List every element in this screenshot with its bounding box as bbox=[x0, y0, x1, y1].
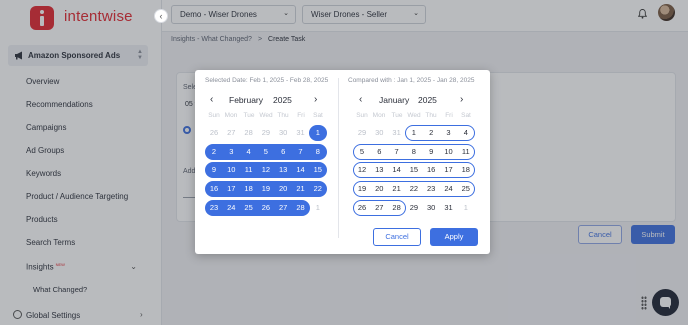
weekday-label: Mon bbox=[224, 112, 238, 119]
calendar-day[interactable]: 1 bbox=[457, 200, 475, 216]
calendar-day[interactable]: 23 bbox=[205, 200, 223, 216]
calendar-day[interactable]: 29 bbox=[257, 125, 275, 141]
modal-apply-button[interactable]: Apply bbox=[430, 228, 478, 246]
calendar-day[interactable]: 28 bbox=[240, 125, 258, 141]
calendar-day[interactable]: 22 bbox=[309, 181, 327, 197]
selected-date-caption: Selected Date: Feb 1, 2025 - Feb 28, 202… bbox=[205, 77, 329, 84]
calendar-day[interactable]: 27 bbox=[274, 200, 292, 216]
calendar-day[interactable]: 3 bbox=[440, 125, 458, 141]
weekday-label: Wed bbox=[259, 112, 273, 119]
calendar-day[interactable]: 29 bbox=[353, 125, 371, 141]
calendar-day[interactable]: 29 bbox=[405, 200, 423, 216]
weekday-label: Fri bbox=[445, 112, 453, 119]
calendar-day[interactable]: 21 bbox=[292, 181, 310, 197]
calendar-day[interactable]: 31 bbox=[292, 125, 310, 141]
modal-cancel-button[interactable]: Cancel bbox=[373, 228, 421, 246]
calendar-day[interactable]: 18 bbox=[240, 181, 258, 197]
calendar-day[interactable]: 31 bbox=[440, 200, 458, 216]
calendar-day[interactable]: 4 bbox=[457, 125, 475, 141]
weekday-label: Sat bbox=[313, 112, 323, 119]
calendar-day[interactable]: 5 bbox=[257, 144, 275, 160]
calendar-day[interactable]: 24 bbox=[222, 200, 240, 216]
calendar-day[interactable]: 25 bbox=[240, 200, 258, 216]
calendar-day[interactable]: 1 bbox=[309, 125, 327, 141]
calendar-day[interactable]: 17 bbox=[440, 162, 458, 178]
calendar-day[interactable]: 20 bbox=[274, 181, 292, 197]
calendar-day[interactable]: 28 bbox=[292, 200, 310, 216]
weekday-label: Sun bbox=[208, 112, 220, 119]
calendar-day[interactable]: 12 bbox=[257, 162, 275, 178]
divider bbox=[338, 78, 339, 238]
calendar-day[interactable]: 18 bbox=[457, 162, 475, 178]
weekday-label: Sat bbox=[461, 112, 471, 119]
calendar-day[interactable]: 28 bbox=[388, 200, 406, 216]
calendar-day[interactable]: 2 bbox=[205, 144, 223, 160]
calendar-day[interactable]: 27 bbox=[222, 125, 240, 141]
calendar-day[interactable]: 7 bbox=[388, 144, 406, 160]
calendar-day[interactable]: 9 bbox=[205, 162, 223, 178]
calendar-day[interactable]: 5 bbox=[353, 144, 371, 160]
calendar-day[interactable]: 13 bbox=[370, 162, 388, 178]
calendar-day[interactable]: 16 bbox=[205, 181, 223, 197]
calendar-day[interactable]: 26 bbox=[257, 200, 275, 216]
calendar-day[interactable]: 8 bbox=[309, 144, 327, 160]
calendar-day[interactable]: 23 bbox=[422, 181, 440, 197]
calendar-day[interactable]: 17 bbox=[222, 181, 240, 197]
calendar-day[interactable]: 24 bbox=[440, 181, 458, 197]
calendar-day[interactable]: 8 bbox=[405, 144, 423, 160]
prev-month-icon[interactable]: ‹ bbox=[359, 95, 362, 105]
calendar-day[interactable]: 10 bbox=[222, 162, 240, 178]
weekday-label: Tue bbox=[243, 112, 255, 119]
calendar-day[interactable]: 27 bbox=[370, 200, 388, 216]
compared-date-caption: Compared with : Jan 1, 2025 - Jan 28, 20… bbox=[348, 77, 475, 84]
left-year-select[interactable]: 2025 bbox=[273, 95, 292, 105]
calendar-day[interactable]: 7 bbox=[292, 144, 310, 160]
calendar-day[interactable]: 25 bbox=[457, 181, 475, 197]
right-month-select[interactable]: January bbox=[379, 95, 409, 105]
calendar-day[interactable]: 26 bbox=[205, 125, 223, 141]
calendar-day[interactable]: 14 bbox=[388, 162, 406, 178]
weekday-label: Tue bbox=[391, 112, 403, 119]
calendar-day[interactable]: 4 bbox=[240, 144, 258, 160]
calendar-day[interactable]: 30 bbox=[422, 200, 440, 216]
calendar-day[interactable]: 6 bbox=[274, 144, 292, 160]
calendar-day[interactable]: 2 bbox=[422, 125, 440, 141]
calendar-day[interactable]: 1 bbox=[309, 200, 327, 216]
calendar-day[interactable]: 9 bbox=[422, 144, 440, 160]
calendar-day[interactable]: 30 bbox=[274, 125, 292, 141]
calendar-day[interactable]: 3 bbox=[222, 144, 240, 160]
calendar-day[interactable]: 22 bbox=[405, 181, 423, 197]
calendar-day[interactable]: 12 bbox=[353, 162, 371, 178]
calendar-day[interactable]: 11 bbox=[457, 144, 475, 160]
prev-month-icon[interactable]: ‹ bbox=[210, 95, 213, 105]
calendar-day[interactable]: 10 bbox=[440, 144, 458, 160]
weekday-label: Thu bbox=[425, 112, 437, 119]
calendar-day[interactable]: 19 bbox=[257, 181, 275, 197]
calendar-day[interactable]: 6 bbox=[370, 144, 388, 160]
calendar-day[interactable]: 30 bbox=[370, 125, 388, 141]
weekday-label: Thu bbox=[277, 112, 289, 119]
right-year-select[interactable]: 2025 bbox=[418, 95, 437, 105]
weekday-label: Fri bbox=[297, 112, 305, 119]
weekday-label: Mon bbox=[372, 112, 386, 119]
calendar-day[interactable]: 31 bbox=[388, 125, 406, 141]
calendar-day[interactable]: 15 bbox=[405, 162, 423, 178]
calendar-day[interactable]: 16 bbox=[422, 162, 440, 178]
calendar-day[interactable]: 11 bbox=[240, 162, 258, 178]
left-month-select[interactable]: February bbox=[229, 95, 263, 105]
calendar-day[interactable]: 14 bbox=[292, 162, 310, 178]
calendar-day[interactable]: 13 bbox=[274, 162, 292, 178]
next-month-icon[interactable]: › bbox=[314, 95, 317, 105]
next-month-icon[interactable]: › bbox=[460, 95, 463, 105]
calendar-day[interactable]: 26 bbox=[353, 200, 371, 216]
calendar-day[interactable]: 15 bbox=[309, 162, 327, 178]
calendar-day[interactable]: 1 bbox=[405, 125, 423, 141]
calendar-day[interactable]: 21 bbox=[388, 181, 406, 197]
weekday-label: Wed bbox=[407, 112, 421, 119]
calendar-day[interactable]: 19 bbox=[353, 181, 371, 197]
calendar-day[interactable]: 20 bbox=[370, 181, 388, 197]
weekday-label: Sun bbox=[356, 112, 368, 119]
collapse-sidebar-button[interactable]: ‹ bbox=[154, 9, 168, 23]
